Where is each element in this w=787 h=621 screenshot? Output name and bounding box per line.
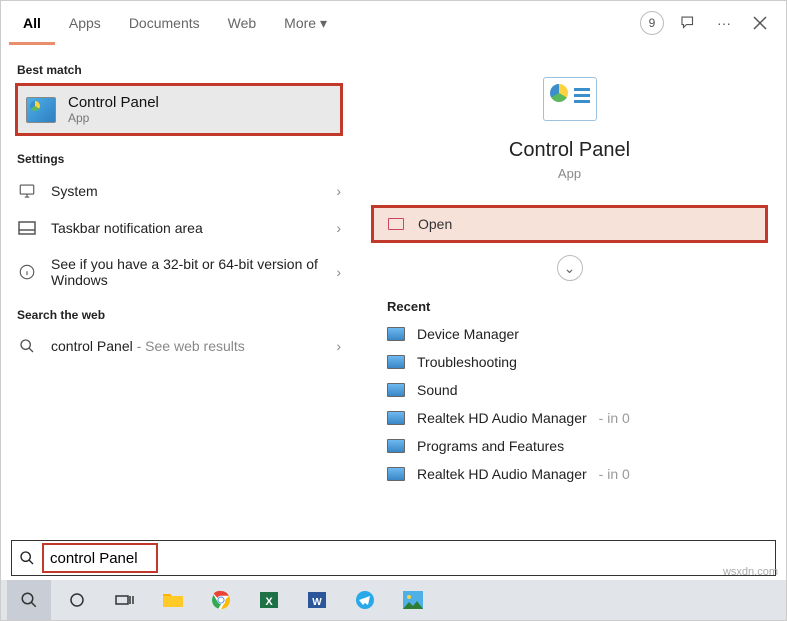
app-icon [387,411,405,425]
control-panel-icon [26,97,56,123]
search-bar[interactable] [11,540,776,576]
section-web: Search the web [1,298,357,328]
recent-label: Recent [365,293,774,320]
results-pane: Best match Control Panel App Settings Sy… [1,45,357,533]
web-result-label: control Panel - See web results [51,338,322,354]
search-input[interactable] [50,550,150,567]
chevron-right-icon: › [336,220,341,236]
tab-more-label: More [284,15,316,31]
recent-item[interactable]: Programs and Features [365,432,774,460]
settings-bits-label: See if you have a 32-bit or 64-bit versi… [51,256,322,288]
chevron-down-icon: ▾ [320,15,327,31]
web-result[interactable]: control Panel - See web results › [1,328,357,364]
search-icon [12,550,42,566]
taskbar-chrome[interactable] [199,580,243,620]
best-match-subtitle: App [68,111,159,125]
search-icon [17,338,37,354]
tab-documents[interactable]: Documents [115,1,214,45]
recent-item[interactable]: Realtek HD Audio Manager - in 0 [365,460,774,488]
recent-item[interactable]: Sound [365,376,774,404]
notification-badge[interactable]: 9 [634,5,670,41]
close-icon[interactable] [742,5,778,41]
svg-text:W: W [312,597,322,608]
more-options-icon[interactable]: ··· [706,5,742,41]
preview-subtitle: App [558,166,581,181]
preview-hero: Control Panel App [365,59,774,205]
app-icon [387,327,405,341]
taskbar-explorer[interactable] [151,580,195,620]
taskbar-telegram[interactable] [343,580,387,620]
taskbar: X W [1,580,786,620]
taskbar-taskview[interactable] [103,580,147,620]
taskbar-cortana[interactable] [55,580,99,620]
preview-title: Control Panel [509,139,630,162]
settings-system[interactable]: System › [1,172,357,210]
recent-item[interactable]: Realtek HD Audio Manager - in 0 [365,404,774,432]
settings-bits[interactable]: See if you have a 32-bit or 64-bit versi… [1,246,357,298]
app-icon [387,439,405,453]
open-label: Open [418,216,452,232]
chevron-down-icon: ⌄ [557,255,583,281]
preview-pane: Control Panel App Open ⌄ Recent Device M… [357,45,786,533]
watermark: wsxdn.com [723,566,778,578]
chevron-right-icon: › [336,264,341,280]
taskbar-excel[interactable]: X [247,580,291,620]
taskbar-search[interactable] [7,580,51,620]
settings-system-label: System [51,183,322,199]
taskbar-icon [17,221,37,235]
svg-text:X: X [265,596,273,608]
tab-more[interactable]: More ▾ [270,1,341,45]
best-match-title: Control Panel [68,94,159,111]
open-icon [388,218,404,230]
best-match-control-panel[interactable]: Control Panel App [15,83,343,136]
monitor-icon [17,182,37,200]
section-best-match: Best match [1,53,357,83]
taskbar-word[interactable]: W [295,580,339,620]
badge-count: 9 [640,11,664,35]
search-tabs: All Apps Documents Web More ▾ 9 ··· [1,1,786,45]
recent-item[interactable]: Device Manager [365,320,774,348]
tab-web[interactable]: Web [214,1,271,45]
recent-item[interactable]: Troubleshooting [365,348,774,376]
tab-apps[interactable]: Apps [55,1,115,45]
app-icon [387,355,405,369]
settings-taskbar-label: Taskbar notification area [51,220,322,236]
feedback-icon[interactable] [670,5,706,41]
chevron-right-icon: › [336,338,341,354]
settings-taskbar[interactable]: Taskbar notification area › [1,210,357,246]
expand-button[interactable]: ⌄ [365,255,774,281]
app-icon [387,383,405,397]
control-panel-icon [543,77,597,121]
tab-all[interactable]: All [9,1,55,45]
info-icon [17,263,37,281]
app-icon [387,467,405,481]
taskbar-photos[interactable] [391,580,435,620]
section-settings: Settings [1,142,357,172]
open-button[interactable]: Open [371,205,768,243]
chevron-right-icon: › [336,183,341,199]
